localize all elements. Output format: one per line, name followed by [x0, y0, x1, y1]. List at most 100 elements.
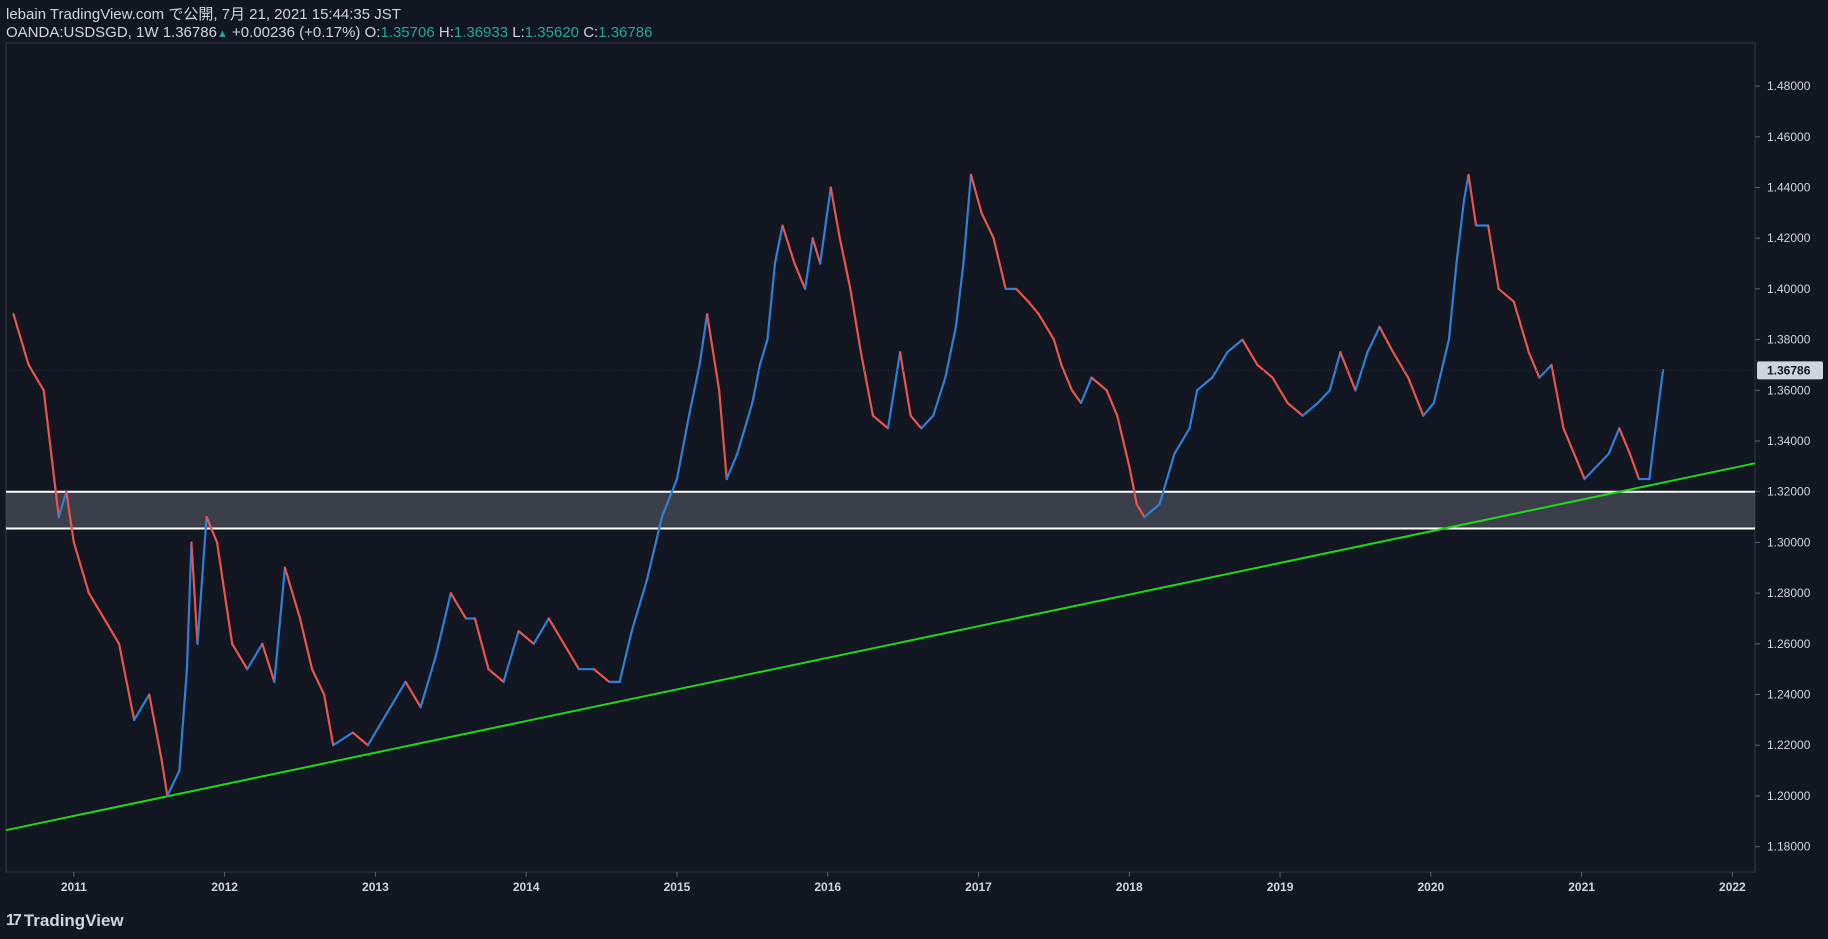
- price-segment: [1316, 389, 1331, 405]
- price-segment: [819, 186, 832, 265]
- time-tick-label: 2011: [61, 880, 87, 894]
- price-segment: [1037, 313, 1055, 341]
- price-segment: [366, 706, 392, 747]
- time-tick-label: 2014: [513, 880, 540, 894]
- price-segment: [675, 414, 691, 481]
- price-segment: [1354, 351, 1369, 392]
- price-segment: [592, 668, 611, 683]
- price-segment: [838, 237, 852, 291]
- price-segment: [87, 592, 106, 620]
- price-segment: [1607, 427, 1621, 455]
- price-tick-label: 1.32000: [1767, 485, 1811, 499]
- price-segment: [773, 224, 784, 265]
- price-tick-label: 1.26000: [1767, 637, 1811, 651]
- price-segment: [1407, 376, 1425, 417]
- price-segment: [273, 566, 287, 683]
- price-segment: [1648, 439, 1656, 481]
- price-segment: [1432, 338, 1451, 405]
- price-series-layer: [6, 173, 1755, 798]
- price-segment: [1618, 427, 1631, 455]
- price-segment: [332, 731, 354, 747]
- price-segment: [725, 452, 739, 481]
- price-segment: [1339, 351, 1357, 392]
- price-segment: [886, 351, 902, 430]
- price-segment: [434, 592, 452, 658]
- price-tick-label: 1.42000: [1767, 231, 1811, 245]
- price-segment: [1497, 287, 1515, 303]
- price-segment: [12, 313, 30, 367]
- price-chart[interactable]: 1.48000 1.46000 1.44000 1.42000 1.40000 1.380…: [0, 0, 1828, 939]
- price-segment: [178, 668, 189, 772]
- price-segment: [547, 617, 565, 645]
- price-segment: [389, 680, 407, 709]
- price-segment: [1027, 300, 1040, 316]
- price-segment: [736, 401, 754, 455]
- price-tick-label: 1.36000: [1767, 383, 1811, 397]
- time-tick-label: 2013: [362, 880, 389, 894]
- price-segment: [310, 668, 326, 696]
- price-segment: [980, 211, 995, 240]
- price-segment: [1512, 300, 1530, 354]
- price-segment: [962, 173, 973, 265]
- price-segment: [969, 173, 983, 214]
- price-axis[interactable]: 1.48000 1.46000 1.44000 1.42000 1.40000 1.380…: [1755, 79, 1811, 854]
- time-tick-label: 2018: [1116, 880, 1143, 894]
- time-axis[interactable]: 2011 2012 2013 2014 2015 2016 2017 2018 2019 2020…: [61, 872, 1746, 894]
- price-segment: [718, 389, 728, 481]
- price-tick-label: 1.38000: [1767, 333, 1811, 347]
- price-tick-label: 1.46000: [1767, 130, 1811, 144]
- price-segment: [1628, 452, 1641, 481]
- price-segment: [1271, 376, 1289, 405]
- time-tick-label: 2012: [211, 880, 238, 894]
- price-segment: [246, 642, 264, 671]
- time-tick-label: 2017: [965, 880, 992, 894]
- price-segment: [1462, 173, 1470, 202]
- price-segment: [1079, 376, 1093, 405]
- price-segment: [1550, 363, 1565, 430]
- price-segment: [148, 693, 163, 760]
- price-tick-label: 1.22000: [1767, 738, 1811, 752]
- price-segment: [1173, 427, 1191, 455]
- price-segment: [1572, 452, 1586, 481]
- price-segment: [351, 731, 369, 747]
- price-segment: [1366, 325, 1381, 354]
- price-segment: [829, 186, 841, 240]
- price-segment: [117, 642, 136, 721]
- price-segment: [1467, 173, 1478, 227]
- price-segment: [261, 642, 276, 683]
- price-segment: [954, 262, 965, 329]
- price-segment: [166, 769, 181, 798]
- price-segment: [992, 237, 1007, 291]
- price-segment: [1447, 262, 1458, 341]
- price-segment: [758, 338, 769, 367]
- price-tag-label: 1.36786: [1767, 363, 1811, 377]
- price-segment: [502, 630, 520, 683]
- price-segment: [1538, 363, 1553, 379]
- price-segment: [72, 541, 91, 595]
- price-segment: [487, 668, 505, 683]
- brand-name: TradingView: [23, 911, 124, 930]
- price-tick-label: 1.24000: [1767, 688, 1811, 702]
- price-tick-label: 1.20000: [1767, 789, 1811, 803]
- price-segment: [1301, 401, 1319, 417]
- price-segment: [532, 617, 550, 645]
- price-segment: [859, 351, 875, 417]
- price-segment: [283, 566, 302, 620]
- price-segment: [1652, 368, 1665, 443]
- price-segment: [849, 287, 862, 354]
- price-segment: [1527, 351, 1541, 379]
- price-segment: [909, 414, 923, 430]
- price-segment: [133, 693, 151, 721]
- price-segment: [1595, 452, 1610, 468]
- price-segment: [562, 642, 581, 671]
- price-segment: [1090, 376, 1108, 392]
- plot-border: [5, 42, 1756, 873]
- price-segment: [1226, 338, 1244, 354]
- price-segment: [196, 515, 208, 645]
- tradingview-logo[interactable]: 17 TradingView: [6, 911, 124, 931]
- support-zone[interactable]: [6, 490, 1755, 530]
- price-segment: [766, 262, 777, 341]
- time-tick-label: 2015: [664, 880, 691, 894]
- price-tick-label: 1.28000: [1767, 586, 1811, 600]
- price-segment: [231, 642, 249, 671]
